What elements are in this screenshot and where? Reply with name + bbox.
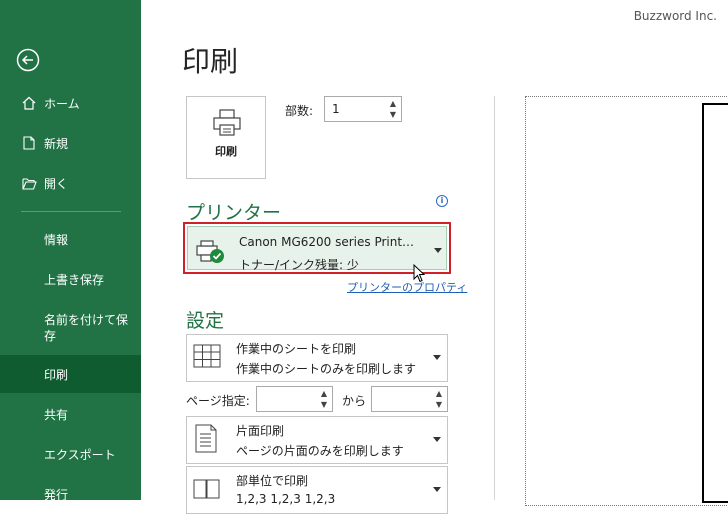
printer-ready-icon — [196, 240, 224, 263]
chevron-down-icon — [433, 355, 441, 360]
sidebar-item-info[interactable]: 情報 — [0, 220, 141, 258]
sidebar-item-save[interactable]: 上書き保存 — [0, 260, 141, 298]
copies-stepper[interactable]: 1 ▲ ▼ — [324, 96, 402, 122]
open-folder-icon — [20, 177, 38, 190]
printer-select-body: Canon MG6200 series Print… トナー/インク残量: 少 — [187, 226, 447, 272]
sidebar-item-open[interactable]: 開く — [0, 164, 141, 202]
copies-value: 1 — [332, 102, 340, 116]
sidebar-item-share[interactable]: 共有 — [0, 395, 141, 433]
backstage-sidebar: ホーム 新規 開く 情報 上書き保存 名前を付けて保存 印刷 共有 エクスポート… — [0, 0, 141, 502]
print-what-select[interactable]: 作業中のシートを印刷 作業中のシートのみを印刷します — [186, 334, 448, 382]
stepper-up-icon[interactable]: ▲ — [434, 389, 444, 399]
pages-label: ページ指定: — [186, 394, 250, 408]
sidebar-item-label: 情報 — [44, 232, 69, 247]
sidebar-item-label: 共有 — [44, 407, 69, 422]
sidebar-item-label: 上書き保存 — [44, 272, 105, 287]
page-to-stepper[interactable]: ▲ ▼ — [371, 386, 448, 412]
sides-title: 片面印刷 — [236, 424, 285, 438]
sheet-grid-icon — [193, 344, 221, 368]
collate-title: 部単位で印刷 — [236, 474, 309, 488]
sidebar-item-new[interactable]: 新規 — [0, 124, 141, 162]
copies-label: 部数: — [285, 104, 314, 118]
chevron-down-icon — [433, 437, 441, 442]
stepper-down-icon[interactable]: ▼ — [434, 400, 444, 410]
sidebar-item-label: ホーム — [44, 96, 80, 111]
pages-to-label: から — [342, 394, 367, 408]
panel-divider — [494, 96, 495, 500]
sidebar-item-home[interactable]: ホーム — [0, 84, 141, 122]
sidebar-item-publish[interactable]: 発行 — [0, 475, 141, 513]
sidebar-item-save-as[interactable]: 名前を付けて保存 — [44, 312, 130, 344]
sidebar-item-label: エクスポート — [44, 447, 116, 462]
brand-label: Buzzword Inc. — [633, 9, 717, 23]
print-what-title: 作業中のシートを印刷 — [236, 342, 357, 356]
printer-section-title: プリンター — [186, 202, 282, 224]
preview-page — [702, 103, 728, 503]
sidebar-item-export[interactable]: エクスポート — [0, 435, 141, 473]
stepper-down-icon[interactable]: ▼ — [388, 110, 398, 120]
sidebar-item-label: 開く — [44, 176, 69, 191]
one-sided-icon — [195, 424, 217, 453]
sides-desc: ページの片面のみを印刷します — [236, 444, 404, 458]
info-icon[interactable]: i — [436, 195, 448, 207]
print-button[interactable]: 印刷 — [186, 96, 266, 179]
sidebar-item-label: 新規 — [44, 136, 69, 151]
sidebar-item-print[interactable]: 印刷 — [0, 355, 141, 393]
collate-select[interactable]: 部単位で印刷 1,2,3 1,2,3 1,2,3 — [186, 466, 448, 514]
print-button-label: 印刷 — [215, 145, 237, 158]
new-file-icon — [20, 136, 38, 150]
sidebar-item-label: 印刷 — [44, 367, 69, 382]
home-icon — [20, 96, 38, 110]
stepper-up-icon[interactable]: ▲ — [388, 99, 398, 109]
settings-section-title: 設定 — [186, 310, 225, 332]
printer-icon — [213, 109, 241, 136]
collate-desc: 1,2,3 1,2,3 1,2,3 — [236, 492, 336, 506]
back-arrow-icon[interactable] — [16, 48, 40, 72]
print-preview — [525, 96, 728, 506]
print-what-desc: 作業中のシートのみを印刷します — [236, 362, 417, 376]
page-title: 印刷 — [182, 45, 239, 78]
stepper-down-icon[interactable]: ▼ — [319, 400, 329, 410]
collate-icon — [193, 479, 220, 499]
stepper-up-icon[interactable]: ▲ — [319, 389, 329, 399]
printer-properties-link[interactable]: プリンターのプロパティ — [347, 279, 467, 295]
printer-name: Canon MG6200 series Print… — [239, 235, 415, 249]
page-from-stepper[interactable]: ▲ ▼ — [256, 386, 333, 412]
sides-select[interactable]: 片面印刷 ページの片面のみを印刷します — [186, 416, 448, 464]
printer-status: トナー/インク残量: 少 — [239, 258, 359, 272]
sidebar-divider — [21, 211, 121, 212]
printer-select[interactable]: Canon MG6200 series Print… トナー/インク残量: 少 — [183, 222, 451, 274]
chevron-down-icon — [433, 487, 441, 492]
chevron-down-icon — [434, 248, 442, 253]
